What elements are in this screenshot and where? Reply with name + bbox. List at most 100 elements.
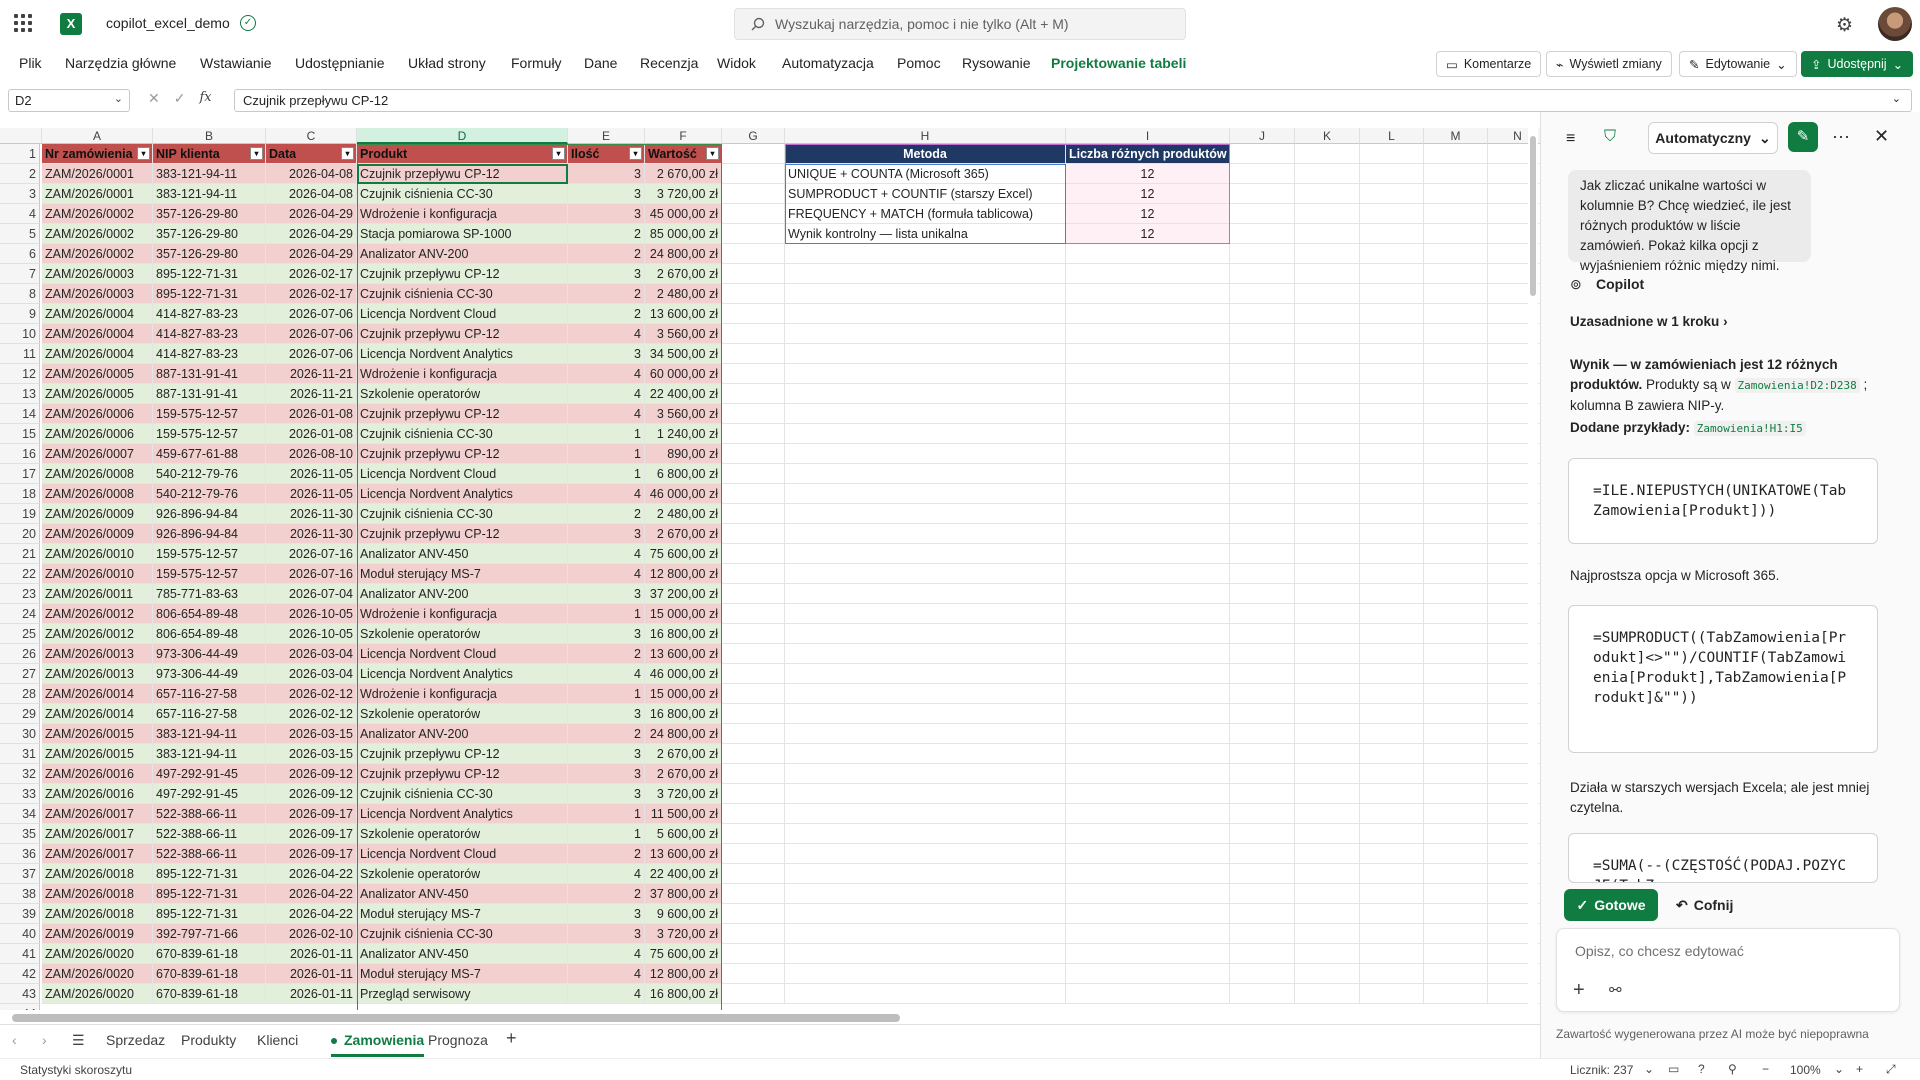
grid-cell[interactable] <box>1230 284 1295 304</box>
table-cell[interactable]: Wdrożenie i konfiguracja <box>357 604 568 624</box>
grid-cell[interactable] <box>1230 524 1295 544</box>
grid-cell[interactable] <box>1424 424 1488 444</box>
prev-sheet-icon[interactable]: ‹ <box>12 1032 17 1048</box>
table-cell[interactable]: Szkolenie operatorów <box>357 384 568 404</box>
grid-cell[interactable] <box>1360 644 1424 664</box>
table-cell[interactable]: 522-388-66-11 <box>153 844 266 864</box>
table-cell[interactable]: 2 <box>568 884 645 904</box>
row-header[interactable]: 9 <box>0 304 40 324</box>
grid-cell[interactable] <box>1424 884 1488 904</box>
grid-cell[interactable] <box>722 284 785 304</box>
table-cell[interactable]: 2 <box>568 284 645 304</box>
table-cell[interactable]: Licencja Nordvent Analytics <box>357 344 568 364</box>
grid-cell[interactable] <box>1360 204 1424 224</box>
row-header[interactable]: 38 <box>0 884 40 904</box>
grid-cell[interactable] <box>1360 684 1424 704</box>
table-cell[interactable]: 1 <box>568 684 645 704</box>
grid-cell[interactable] <box>722 144 785 164</box>
table-cell[interactable]: 657-116-27-58 <box>153 684 266 704</box>
grid-cell[interactable] <box>1424 904 1488 924</box>
grid-cell[interactable] <box>1360 744 1424 764</box>
table-cell[interactable]: Analizator ANV-200 <box>357 244 568 264</box>
grid-cell[interactable] <box>1295 444 1360 464</box>
grid-cell[interactable] <box>1066 804 1230 824</box>
grid-cell[interactable] <box>1424 984 1488 1004</box>
table-cell[interactable]: 37 200,00 zł <box>645 584 722 604</box>
grid-cell[interactable] <box>1360 604 1424 624</box>
table-cell[interactable]: Analizator ANV-200 <box>357 584 568 604</box>
grid-cell[interactable] <box>1424 264 1488 284</box>
row-header[interactable]: 8 <box>0 284 40 304</box>
table-cell[interactable]: Czujnik ciśnienia CC-30 <box>357 924 568 944</box>
grid-cell[interactable] <box>1230 584 1295 604</box>
grid-cell[interactable] <box>722 804 785 824</box>
column-header-m[interactable]: M <box>1424 128 1488 144</box>
column-header-l[interactable]: L <box>1360 128 1424 144</box>
grid-cell[interactable] <box>1424 544 1488 564</box>
grid-cell[interactable] <box>1230 444 1295 464</box>
table-cell[interactable]: 2026-02-12 <box>266 704 357 724</box>
grid-cell[interactable] <box>1295 164 1360 184</box>
grid-cell[interactable] <box>1230 364 1295 384</box>
table-cell[interactable]: 37 800,00 zł <box>645 884 722 904</box>
grid-cell[interactable] <box>1360 924 1424 944</box>
table-cell[interactable]: 2 670,00 zł <box>645 764 722 784</box>
grid-cell[interactable] <box>1230 944 1295 964</box>
grid-cell[interactable] <box>1424 204 1488 224</box>
table-cell[interactable]: 2 <box>568 844 645 864</box>
grid-cell[interactable] <box>1295 244 1360 264</box>
table-cell[interactable]: Moduł sterujący MS-7 <box>357 904 568 924</box>
table-cell[interactable]: ZAM/2026/0013 <box>42 644 153 664</box>
grid-cell[interactable] <box>785 704 1066 724</box>
grid-cell[interactable] <box>722 424 785 444</box>
grid-cell[interactable] <box>1066 744 1230 764</box>
select-all-corner[interactable] <box>0 128 42 144</box>
table-cell[interactable]: 4 <box>568 944 645 964</box>
table-cell[interactable]: 9 600,00 zł <box>645 904 722 924</box>
table-cell[interactable]: 2026-04-29 <box>266 224 357 244</box>
row-header[interactable]: 4 <box>0 204 40 224</box>
table-cell[interactable]: 1 <box>568 804 645 824</box>
grid-cell[interactable] <box>1360 144 1424 164</box>
table-cell[interactable]: Czujnik ciśnienia CC-30 <box>357 424 568 444</box>
grid-cell[interactable] <box>1066 884 1230 904</box>
zoom-out-icon[interactable]: − <box>1762 1062 1769 1076</box>
column-header-k[interactable]: K <box>1295 128 1360 144</box>
table-header-cell[interactable]: Ilość ▾ <box>568 144 645 164</box>
grid-cell[interactable] <box>1360 224 1424 244</box>
code-block[interactable]: =SUMA(--(CZĘSTOŚĆ(PODAJ.POZYCJĘ(TabZa <box>1568 833 1878 883</box>
copilot-mode-dropdown[interactable]: Automatyczny ⌄ <box>1648 122 1778 154</box>
sheet-tab-klienci[interactable]: Klienci <box>257 1032 298 1048</box>
table-cell[interactable]: ZAM/2026/0015 <box>42 724 153 744</box>
table-cell[interactable]: 2026-11-05 <box>266 484 357 504</box>
grid-cell[interactable] <box>1066 344 1230 364</box>
close-icon[interactable]: ✕ <box>1874 126 1889 147</box>
summary-cell[interactable]: SUMPRODUCT + COUNTIF (starszy Excel) <box>785 184 1066 204</box>
table-cell[interactable]: 1 <box>568 424 645 444</box>
grid-cell[interactable] <box>785 904 1066 924</box>
table-cell[interactable]: ZAM/2026/0010 <box>42 564 153 584</box>
table-cell[interactable]: 6 800,00 zł <box>645 464 722 484</box>
grid-cell[interactable] <box>722 464 785 484</box>
table-header-cell[interactable]: NIP klienta ▾ <box>153 144 266 164</box>
grid-cell[interactable] <box>1230 984 1295 1004</box>
range-reference[interactable]: Zamowienia!H1:I5 <box>1693 421 1806 436</box>
table-cell[interactable]: 75 600,00 zł <box>645 544 722 564</box>
table-cell[interactable]: ZAM/2026/0001 <box>42 164 153 184</box>
table-cell[interactable]: 2 <box>568 304 645 324</box>
grid-cell[interactable] <box>1424 484 1488 504</box>
summary-cell[interactable]: 12 <box>1066 184 1230 204</box>
table-cell[interactable]: 383-121-94-11 <box>153 724 266 744</box>
grid-cell[interactable] <box>722 504 785 524</box>
grid-cell[interactable] <box>1066 324 1230 344</box>
table-cell[interactable]: 2026-04-22 <box>266 864 357 884</box>
comments-button[interactable]: ▭ Komentarze <box>1436 51 1542 77</box>
table-cell[interactable]: 16 800,00 zł <box>645 984 722 1004</box>
row-header[interactable]: 31 <box>0 744 40 764</box>
grid-cell[interactable] <box>785 524 1066 544</box>
table-cell[interactable]: 159-575-12-57 <box>153 404 266 424</box>
grid-cell[interactable] <box>1424 664 1488 684</box>
grid-cell[interactable] <box>1295 144 1360 164</box>
table-cell[interactable]: ZAM/2026/0020 <box>42 964 153 984</box>
grid-cell[interactable] <box>785 644 1066 664</box>
